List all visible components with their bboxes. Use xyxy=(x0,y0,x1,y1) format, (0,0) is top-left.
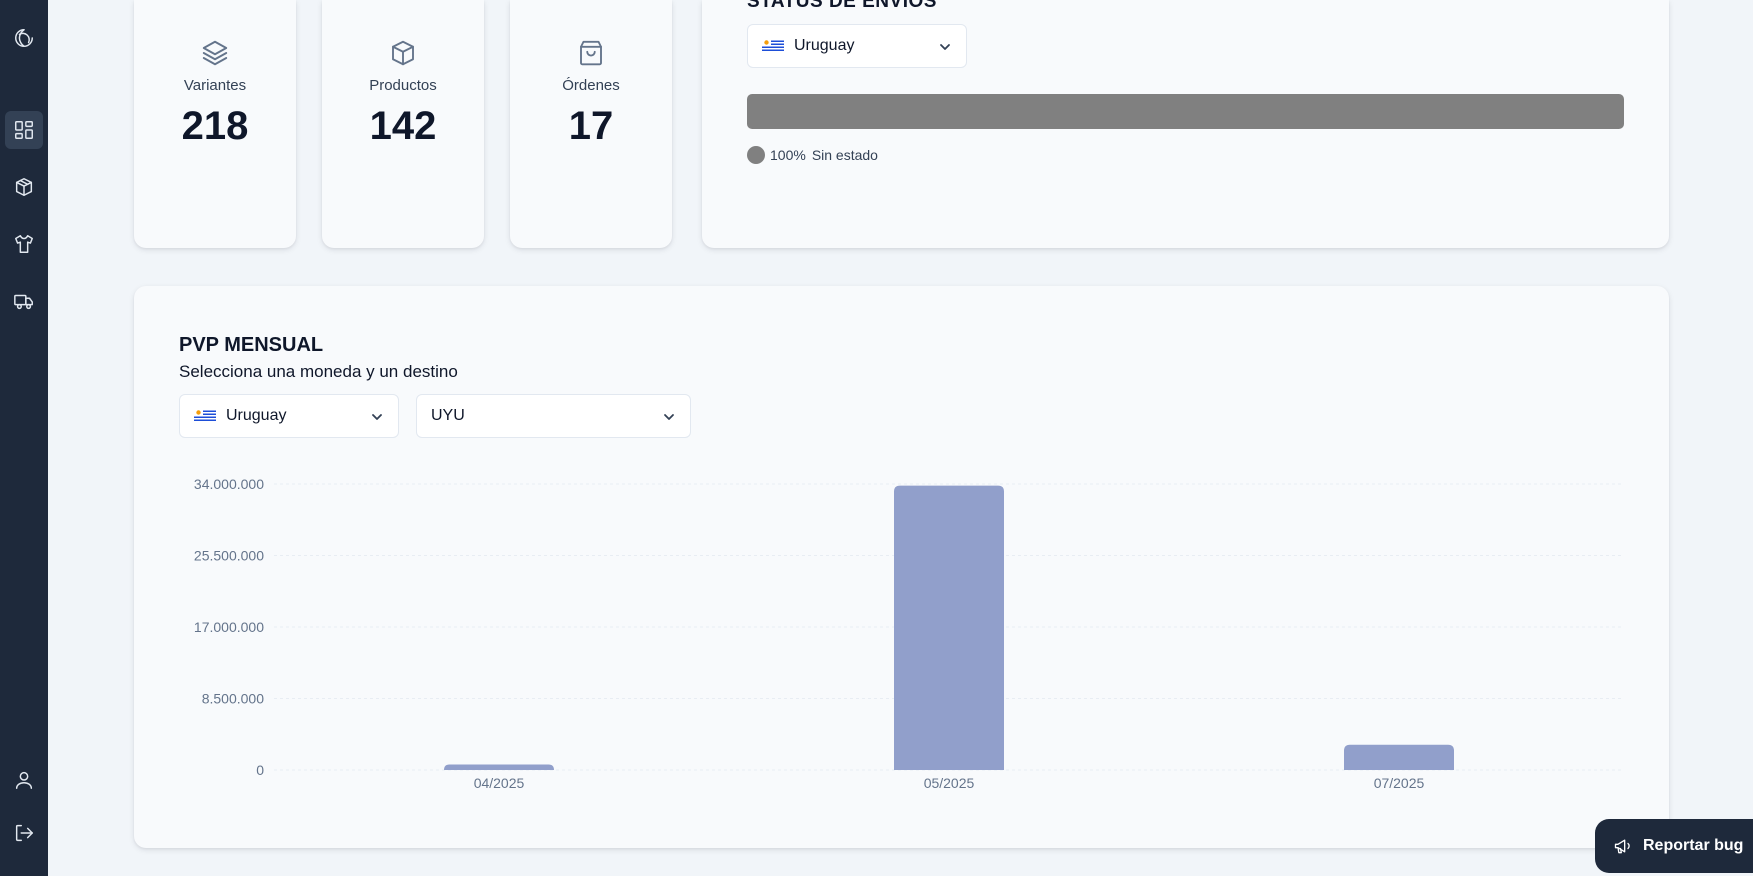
shopping-bag-icon xyxy=(576,38,606,68)
bar-07-2025[interactable] xyxy=(1344,744,1454,770)
legend-dot xyxy=(747,146,765,164)
shipping-status-card: STATUS DE ENVIOS Uruguay 100% Sin estado xyxy=(702,0,1669,248)
x-tick-label: 07/2025 xyxy=(1374,775,1425,791)
legend-percent: 100% xyxy=(770,147,806,163)
legend-label: Sin estado xyxy=(811,147,878,163)
y-tick-label: 34.000.000 xyxy=(194,476,264,492)
stat-value: 17 xyxy=(568,104,614,148)
stat-value: 218 xyxy=(181,104,249,148)
stat-label: Órdenes xyxy=(562,77,620,94)
dashboard-icon[interactable] xyxy=(5,111,43,149)
x-tick-label: 04/2025 xyxy=(474,775,525,791)
megaphone-icon xyxy=(1614,839,1630,854)
box-icon xyxy=(388,38,418,68)
uruguay-flag-icon xyxy=(762,39,784,53)
status-progress-bar xyxy=(747,94,1624,129)
logout-icon[interactable] xyxy=(5,814,43,852)
user-icon[interactable] xyxy=(5,761,43,799)
y-tick-label: 8.500.000 xyxy=(202,691,264,707)
chevron-down-icon xyxy=(938,40,952,54)
y-tick-label: 25.500.000 xyxy=(194,548,264,564)
y-tick-label: 17.000.000 xyxy=(194,619,264,635)
status-legend: 100% Sin estado xyxy=(747,146,878,164)
stat-card-variantes: Variantes 218 xyxy=(134,0,296,248)
y-tick-label: 0 xyxy=(256,762,264,778)
bar-05-2025[interactable] xyxy=(894,485,1004,770)
stat-card-ordenes: Órdenes 17 xyxy=(510,0,672,248)
sidebar xyxy=(0,0,48,876)
status-country-select[interactable]: Uruguay xyxy=(747,24,967,68)
bar-04-2025[interactable] xyxy=(444,764,554,770)
layers-icon xyxy=(200,38,230,68)
status-title: STATUS DE ENVIOS xyxy=(747,0,937,12)
pvp-bar-chart: 0 8.500.000 17.000.000 25.500.000 34.000.000… xyxy=(194,476,1624,791)
shirt-icon[interactable] xyxy=(5,225,43,263)
select-value: Uruguay xyxy=(794,37,855,54)
report-bug-button[interactable]: Reportar bug xyxy=(1595,819,1753,873)
packages-icon[interactable] xyxy=(5,168,43,206)
stat-label: Variantes xyxy=(183,77,247,94)
report-bug-label: Reportar bug xyxy=(1643,837,1744,854)
stat-value: 142 xyxy=(369,104,437,148)
x-tick-label: 05/2025 xyxy=(924,775,975,791)
stat-card-productos: Productos 142 xyxy=(322,0,484,248)
stat-label: Productos xyxy=(369,77,437,94)
logo-icon[interactable] xyxy=(5,19,43,57)
pvp-chart-card: PVP MENSUAL Selecciona una moneda y un d… xyxy=(134,286,1669,848)
truck-icon[interactable] xyxy=(5,282,43,320)
